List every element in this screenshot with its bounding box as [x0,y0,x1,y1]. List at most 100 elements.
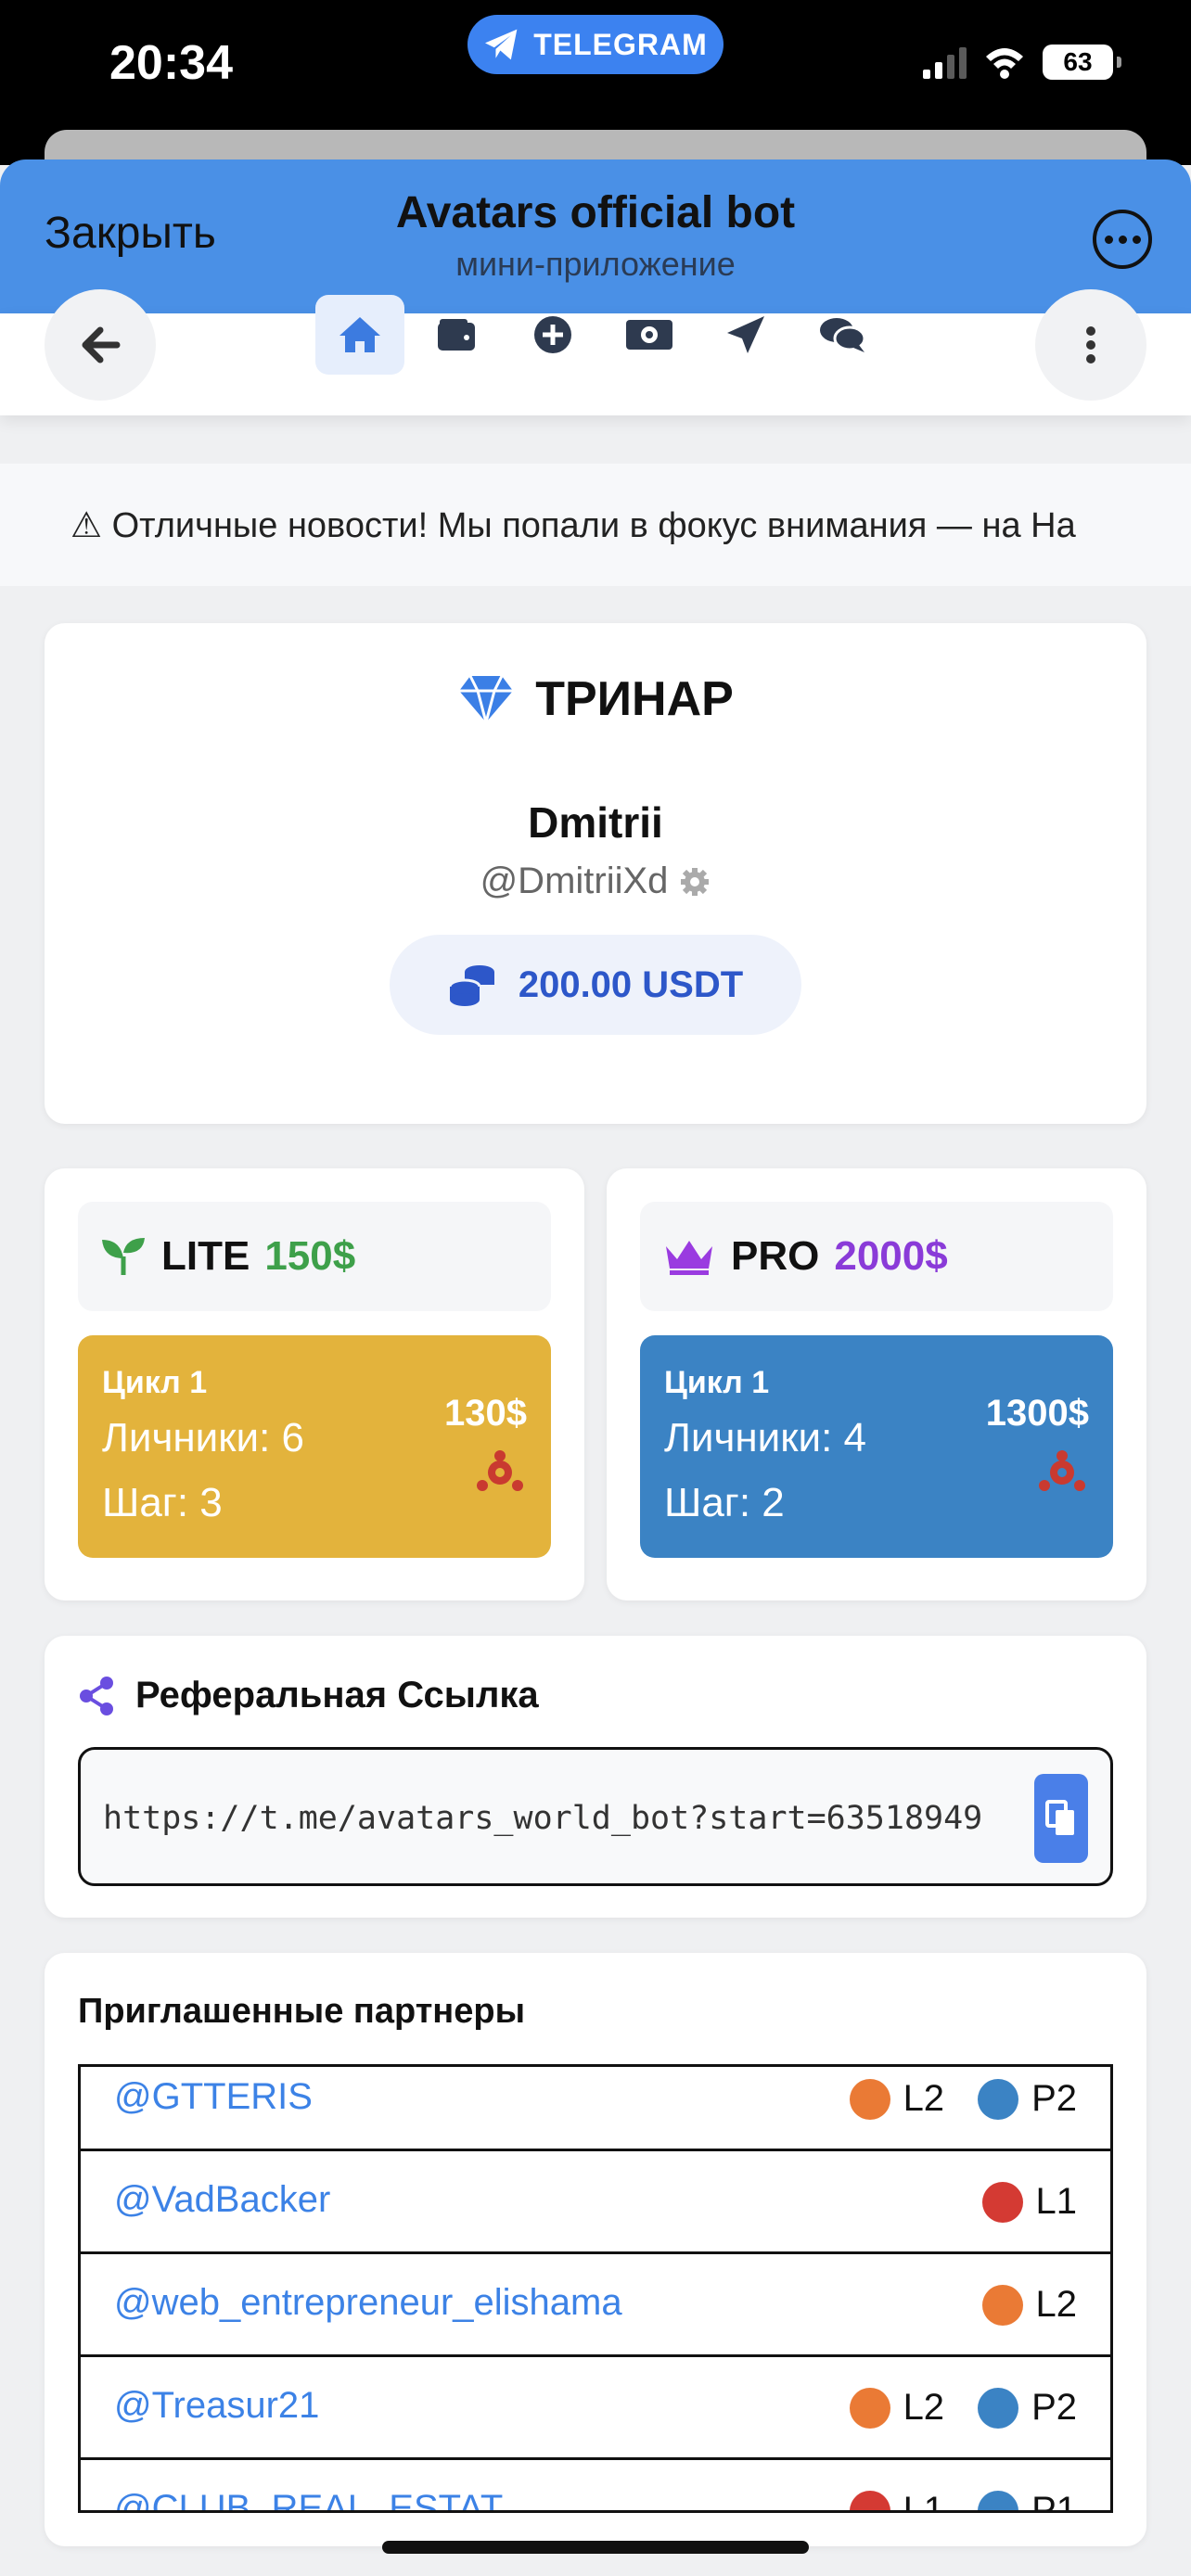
nav-home[interactable] [315,295,404,375]
profile-card: ТРИНАР Dmitrii @DmitriiXd 200.00 USDT [45,623,1146,1124]
partner-name[interactable]: @VadBacker [114,2179,330,2221]
level-badge: L1 [981,2181,1078,2223]
status-time: 20:34 [109,36,233,90]
network-icon [477,1450,523,1491]
partner-name[interactable]: @web_entrepreneur_elishama [114,2282,622,2324]
referral-title: Реферальная Ссылка [135,1675,539,1715]
menu-button[interactable] [1035,289,1146,401]
nav-add[interactable] [508,295,597,375]
level-badge: P2 [978,2387,1077,2429]
plan-card-pro[interactable]: PRO 2000$ Цикл 1 Личники: 4 Шаг: 2 1300$ [607,1168,1146,1600]
cycle-referrals: Личники: 6 [102,1415,305,1460]
referral-card: Реферальная Ссылка https://t.me/avatars_… [45,1636,1146,1918]
news-text: ⚠ Отличные новости! Мы попали в фокус вн… [70,506,1076,545]
brand-name: ТРИНАР [535,672,734,726]
red-dot-icon [849,2490,890,2510]
badge-label: P2 [1031,2078,1077,2119]
kebab-menu-icon [1086,326,1095,363]
partner-badges: L1 [981,2181,1078,2223]
brand: ТРИНАР [45,671,1146,727]
nav-money[interactable] [605,295,694,375]
partner-name[interactable]: @CLUB_REAL_ESTAT [114,2488,503,2510]
back-button[interactable] [45,289,156,401]
badge-label: L1 [1035,2181,1078,2222]
paper-plane-icon [485,29,518,60]
partner-badges: L2 P2 [849,2078,1077,2120]
level-badge: L2 [849,2078,945,2120]
more-options-button[interactable] [1093,210,1152,269]
blue-dot-icon [978,2490,1019,2510]
copy-button[interactable] [1034,1774,1088,1863]
badge-label: L2 [1035,2284,1078,2325]
bot-title: Avatars official bot [395,188,796,237]
battery-icon: 63 [1043,45,1121,80]
cycle-amount: 1300$ [985,1393,1089,1434]
plan-card-lite[interactable]: LITE 150$ Цикл 1 Личники: 6 Шаг: 3 130$ [45,1168,584,1600]
telegram-label: TELEGRAM [533,27,708,61]
orange-dot-icon [849,2387,890,2429]
level-badge: L1 [849,2490,945,2513]
gear-icon[interactable] [679,866,711,898]
partners-list[interactable]: @GTTERIS L2 P2 @VadBacker L1 @web_entrep… [78,2064,1113,2513]
partners-card: Приглашенные партнеры @GTTERIS L2 P2 @Va… [45,1953,1146,2546]
level-badge: L2 [849,2387,945,2429]
partner-badges: L1 P1 [849,2490,1077,2513]
blue-dot-icon [978,2387,1019,2429]
plan-name: PRO [731,1233,820,1279]
partner-name[interactable]: @Treasur21 [114,2385,319,2427]
badge-label: L1 [903,2490,945,2513]
referral-header: Реферальная Ссылка [78,1675,539,1716]
cycle-amount: 130$ [444,1393,527,1434]
partner-badges: L2 [981,2284,1078,2326]
list-item[interactable]: @CLUB_REAL_ESTAT L1 P1 [81,2460,1110,2513]
level-badge: P2 [978,2078,1077,2120]
plan-price: 2000$ [834,1233,948,1279]
partners-title: Приглашенные партнеры [78,1992,526,2031]
bot-subtitle: мини-приложение [455,245,736,283]
plan-header: LITE 150$ [78,1202,551,1311]
badge-label: L2 [903,2078,945,2119]
orange-dot-icon [849,2078,890,2120]
badge-label: P2 [1031,2387,1077,2428]
list-item[interactable]: @web_entrepreneur_elishama L2 [81,2254,1110,2357]
list-item[interactable]: @Treasur21 L2 P2 [81,2357,1110,2460]
referral-url[interactable]: https://t.me/avatars_world_bot?start=635… [103,1800,993,1837]
cycle-box: Цикл 1 Личники: 6 Шаг: 3 130$ [78,1335,551,1558]
balance-amount: 200.00 USDT [518,963,744,1005]
home-indicator[interactable] [382,2541,809,2554]
news-ticker: ⚠ Отличные новости! Мы попали в фокус вн… [0,464,1191,586]
badge-label: L2 [903,2387,945,2428]
chat-icon [820,318,866,352]
cycle-box: Цикл 1 Личники: 4 Шаг: 2 1300$ [640,1335,1113,1558]
list-item[interactable]: @VadBacker L1 [81,2151,1110,2254]
nav-wallet[interactable] [412,295,501,375]
list-item[interactable]: @GTTERIS L2 P2 [81,2067,1110,2151]
cycle-referrals: Личники: 4 [664,1415,867,1460]
plan-price: 150$ [264,1233,356,1279]
home-icon [339,317,380,352]
diamond-icon [459,675,514,724]
money-icon [626,320,672,350]
user-handle: @DmitriiXd [45,861,1146,902]
cycle-title: Цикл 1 [664,1365,770,1400]
nav-chat[interactable] [798,295,887,375]
sprout-icon [102,1238,145,1275]
arrow-left-icon [82,326,121,363]
referral-link-field[interactable]: https://t.me/avatars_world_bot?start=635… [78,1747,1113,1886]
miniapp-header: Закрыть Avatars official bot мини-прилож… [0,159,1191,313]
badge-label: P1 [1031,2490,1077,2513]
wifi-icon [986,48,1023,79]
coins-icon [448,965,494,1006]
status-icons: 63 [923,45,1121,80]
telegram-pill[interactable]: TELEGRAM [467,15,724,74]
nav-send[interactable] [701,295,790,375]
crown-icon [666,1241,712,1275]
signal-icon [923,45,967,79]
share-icon [80,1676,113,1715]
partner-badges: L2 P2 [849,2387,1077,2429]
plan-name: LITE [161,1233,250,1279]
user-name: Dmitrii [528,798,663,847]
partner-name[interactable]: @GTTERIS [114,2076,313,2118]
send-icon [727,316,764,353]
wallet-icon [438,319,475,351]
